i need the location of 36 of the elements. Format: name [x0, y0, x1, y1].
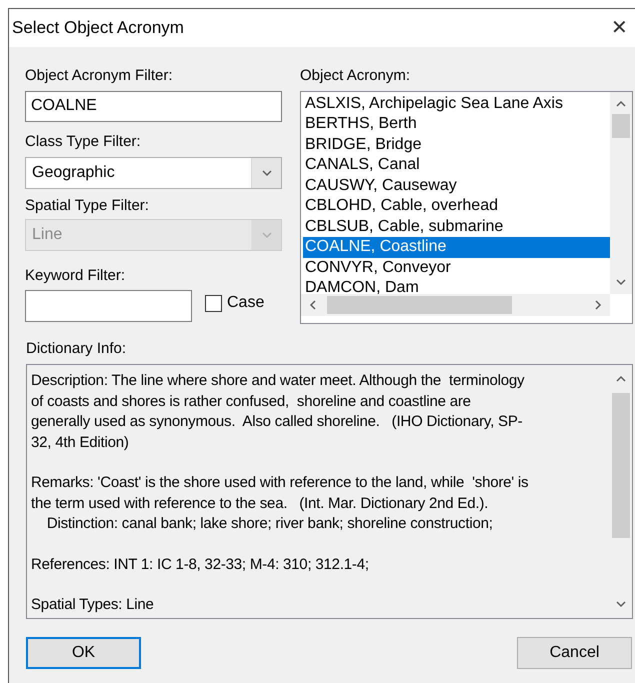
close-button[interactable]: ✕: [611, 18, 628, 38]
list-item[interactable]: CONVYR, Conveyor: [303, 258, 610, 278]
info-paragraph: Remarks: 'Coast' is the shore used with reference to the land, while 'shore' is the term used with reference to the sea. (Int. Mar. Dictionary 2nd Ed.). Distinction: canal bank; lake shore; river bank; shoreline construction;: [31, 473, 530, 534]
field-label: Class Type Filter:: [25, 132, 142, 152]
scrollbar-thumb[interactable]: [612, 114, 630, 138]
scrollbar-thumb[interactable]: [327, 296, 512, 314]
list-item[interactable]: BERTHS, Berth: [303, 114, 610, 134]
list-item[interactable]: ASLXIS, Archipelagic Sea Lane Axis: [303, 94, 610, 114]
vertical-scrollbar[interactable]: [610, 92, 632, 294]
horizontal-scrollbar[interactable]: [301, 294, 610, 316]
list-item[interactable]: CANALS, Canal: [303, 155, 610, 176]
list-label: Object Acronym:: [300, 66, 412, 86]
field-label: Keyword Filter:: [25, 266, 126, 286]
window-title: Select Object Acronym: [12, 17, 184, 40]
case-checkbox[interactable]: [205, 294, 222, 312]
info-paragraph: References: INT 1: IC 1-8, 32-33; M-4: 310; 312.1-4;: [31, 554, 370, 574]
info-paragraph: Description: The line where shore and water meet. Although the terminology of coasts and shores is rather confused, shoreline and coastline are generally used as synonymous. Also called shoreline. (IHO Dictionary, SP- 32, 4th Edition): [31, 371, 526, 452]
checkbox-label: Case: [227, 293, 264, 313]
list-item[interactable]: CBLOHD, Cable, overhead: [303, 196, 610, 216]
dialog-button[interactable]: OK: [26, 637, 141, 669]
keyword-filter-field[interactable]: [25, 290, 192, 322]
scrollbar-thumb[interactable]: [612, 393, 630, 538]
list-item[interactable]: CBLSUB, Cable, submarine: [303, 216, 610, 237]
acronym-filter-field[interactable]: COALNE: [25, 90, 282, 122]
dropdown-value: Geographic: [31, 163, 116, 183]
list-item[interactable]: COALNE, Coastline: [303, 237, 610, 258]
info-paragraph: Spatial Types: Line: [31, 595, 155, 615]
field-label: Spatial Type Filter:: [25, 196, 150, 216]
dropdown[interactable]: Geographic: [25, 157, 282, 189]
dropdown-value: Line: [31, 224, 64, 244]
list-item[interactable]: CAUSWY, Causeway: [303, 176, 610, 196]
field-label: Dictionary Info:: [26, 338, 128, 358]
dialog-button[interactable]: Cancel: [517, 637, 632, 669]
dictionary-info-box[interactable]: [26, 364, 633, 619]
list-item[interactable]: BRIDGE, Bridge: [303, 134, 610, 155]
field-label: Object Acronym Filter:: [25, 66, 174, 86]
